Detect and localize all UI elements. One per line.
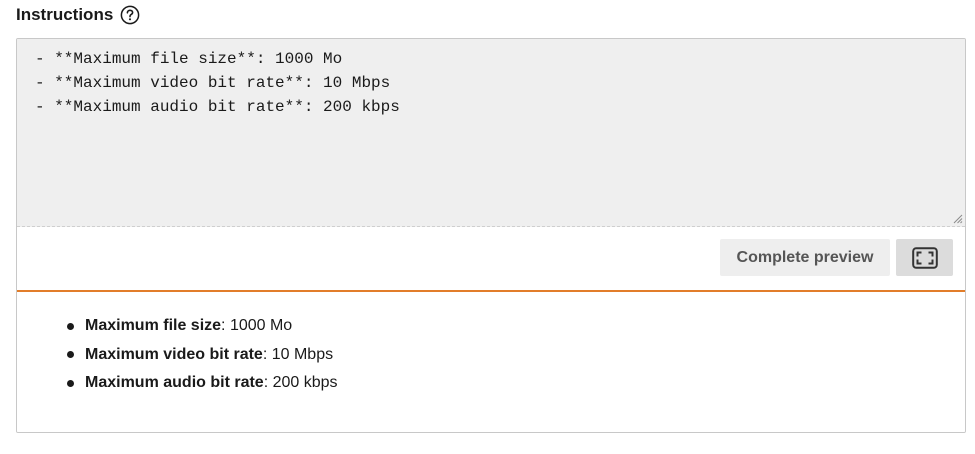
resize-handle-icon[interactable] — [952, 213, 963, 224]
bullet-icon — [67, 351, 74, 359]
bullet-icon — [67, 322, 74, 330]
preview-list: Maximum file size : 1000 Mo Maximum vide… — [67, 312, 338, 398]
fullscreen-button[interactable] — [896, 239, 953, 276]
item-value: : 1000 Mo — [221, 317, 293, 335]
editor-toolbar: Complete preview — [17, 227, 965, 290]
markdown-editor: - **Maximum file size**: 1000 Mo - **Max… — [16, 38, 966, 433]
complete-preview-button[interactable]: Complete preview — [720, 239, 890, 276]
bullet-icon — [67, 379, 74, 387]
list-item: Maximum file size : 1000 Mo — [67, 312, 338, 341]
item-label: Maximum video bit rate — [85, 345, 263, 363]
markdown-preview: Maximum file size : 1000 Mo Maximum vide… — [17, 292, 965, 432]
field-header: Instructions — [16, 4, 140, 26]
item-label: Maximum file size — [85, 317, 222, 335]
markdown-input-area: - **Maximum file size**: 1000 Mo - **Max… — [17, 39, 965, 227]
list-item: Maximum video bit rate : 10 Mbps — [67, 341, 338, 370]
markdown-textarea[interactable]: - **Maximum file size**: 1000 Mo - **Max… — [17, 39, 965, 226]
question-circle-icon[interactable] — [120, 5, 140, 25]
field-label: Instructions — [16, 5, 114, 24]
item-value: : 200 kbps — [263, 374, 338, 392]
fullscreen-icon — [911, 246, 938, 269]
item-label: Maximum audio bit rate — [85, 374, 264, 392]
list-item: Maximum audio bit rate : 200 kbps — [67, 369, 338, 398]
item-value: : 10 Mbps — [262, 345, 334, 363]
